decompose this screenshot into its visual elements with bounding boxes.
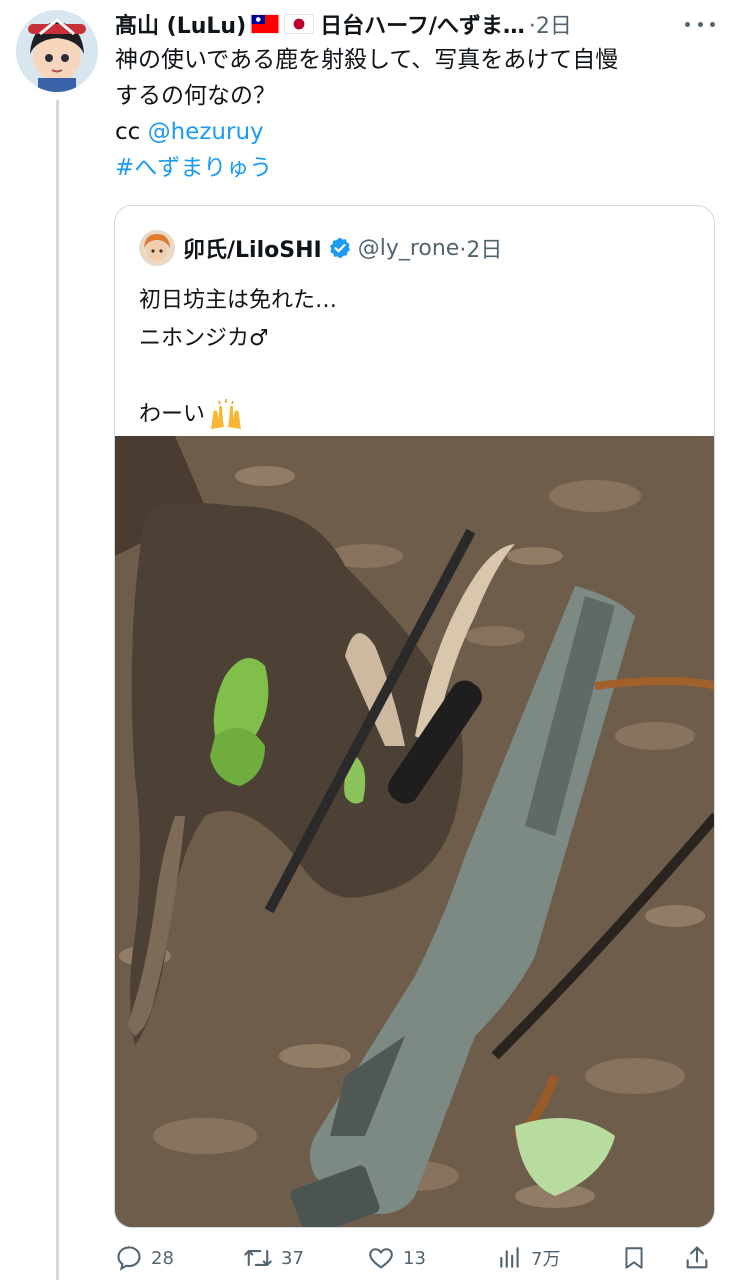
tweet-photo[interactable] bbox=[115, 436, 714, 1227]
cc-prefix: cc bbox=[115, 119, 148, 145]
bookmark-button[interactable] bbox=[621, 1240, 655, 1276]
author-avatar[interactable] bbox=[16, 10, 98, 92]
retweet-icon bbox=[244, 1250, 272, 1266]
heart-icon bbox=[369, 1248, 393, 1269]
author-name-tail[interactable]: 日台ハーフ/へずま… bbox=[320, 8, 525, 40]
quote-text: 初日坊主は免れた… ニホンジカ♂ わーい bbox=[139, 282, 337, 434]
share-button[interactable] bbox=[683, 1240, 719, 1276]
quote-header: 卯氏/LiloSHI @ly_rone ·2日 bbox=[139, 230, 502, 266]
quoted-tweet[interactable]: 卯氏/LiloSHI @ly_rone ·2日 初日坊主は免れた… ニホンジカ♂… bbox=[114, 205, 715, 1228]
quote-text-line-4: わーい bbox=[139, 396, 337, 434]
reply-count: 28 bbox=[151, 1247, 174, 1269]
tweet-header: 髙山 (LuLu) 日台ハーフ/へずま… ·2日 bbox=[115, 6, 715, 42]
like-count: 13 bbox=[403, 1247, 426, 1269]
bookmark-icon bbox=[625, 1247, 643, 1269]
quote-avatar[interactable] bbox=[139, 230, 175, 266]
quote-text-last: わーい bbox=[139, 402, 206, 427]
japan-flag-icon bbox=[284, 14, 315, 34]
more-icon[interactable] bbox=[685, 14, 715, 34]
quote-time[interactable]: ·2日 bbox=[459, 232, 502, 264]
taiwan-flag-icon bbox=[250, 14, 281, 34]
author-name[interactable]: 髙山 (LuLu) bbox=[115, 8, 246, 40]
like-button[interactable]: 13 bbox=[367, 1240, 426, 1276]
share-icon bbox=[686, 1246, 708, 1269]
tweet-text-line: するの何なの？ bbox=[115, 83, 276, 109]
quote-text-line bbox=[139, 358, 337, 396]
thread-line bbox=[56, 100, 59, 1280]
verified-icon bbox=[329, 237, 350, 259]
tweet-cc-line: cc @hezuruy bbox=[115, 114, 713, 150]
tweet-text: 神の使いである鹿を射殺して、写真をあけて自慢 するの何なの？ cc @hezur… bbox=[115, 42, 713, 186]
tweet-actions: 28 37 13 7万 bbox=[115, 1240, 715, 1276]
views-icon bbox=[500, 1247, 519, 1268]
quote-text-line: 初日坊主は免れた… bbox=[139, 288, 338, 313]
reply-icon bbox=[117, 1246, 141, 1271]
quote-text-line: ニホンジカ♂ bbox=[139, 326, 269, 351]
tweet-text-line: 神の使いである鹿を射殺して、写真をあけて自慢 bbox=[115, 47, 619, 73]
views-button[interactable]: 7万 bbox=[497, 1240, 560, 1276]
tweet-time[interactable]: ·2日 bbox=[529, 8, 572, 40]
raising-hands-icon bbox=[211, 399, 242, 429]
hashtag-link[interactable]: #へずまりゅう bbox=[115, 150, 713, 186]
quote-author-name[interactable]: 卯氏/LiloSHI bbox=[183, 232, 322, 264]
retweet-button[interactable]: 37 bbox=[243, 1240, 304, 1276]
quote-handle[interactable]: @ly_rone bbox=[358, 236, 460, 261]
reply-button[interactable]: 28 bbox=[115, 1240, 174, 1276]
mention-link[interactable]: @hezuruy bbox=[148, 119, 264, 145]
retweet-count: 37 bbox=[281, 1247, 304, 1269]
views-count: 7万 bbox=[531, 1249, 561, 1270]
